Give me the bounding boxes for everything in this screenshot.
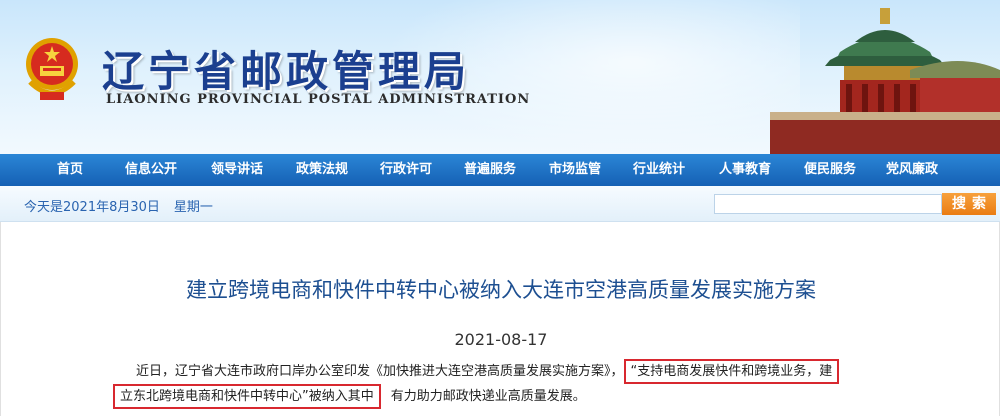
nav-item-statistics[interactable]: 行业统计 [618,154,700,186]
current-date: 今天是2021年8月30日 星期一 [24,196,227,215]
national-emblem-icon [26,38,78,100]
article-date: 2021-08-17 [454,330,548,349]
date-label: 今天是2021年8月30日 [24,200,160,215]
nav-item-hr-education[interactable]: 人事教育 [700,154,790,186]
main-navigation: 首页 信息公开 领导讲话 政策法规 行政许可 普遍服务 市场监管 行业统计 人事… [0,154,1000,186]
nav-item-info-disclosure[interactable]: 信息公开 [108,154,194,186]
article-content: 建立跨境电商和快件中转中心被纳入大连市空港高质量发展实施方案 2021-08-1… [0,222,1000,416]
nav-item-integrity[interactable]: 党风廉政 [870,154,954,186]
site-header: 辽宁省邮政管理局 LIAONING PROVINCIAL POSTAL ADMI… [0,0,1000,154]
article-title: 建立跨境电商和快件中转中心被纳入大连市空港高质量发展实施方案 [186,278,816,302]
highlighted-quote-start: “支持电商发展快件和跨境业务，建 [623,359,840,384]
site-title: 辽宁省邮政管理局 [102,47,471,96]
highlighted-quote-end: 立东北跨境电商和快件中转中心”被纳入其中 [113,384,381,409]
paragraph-text: 近日，辽宁省大连市政府口岸办公室印发《加快推进大连空港高质量发展实施方案》， [136,364,624,379]
palace-illustration [770,8,1000,154]
search-button[interactable]: 搜索 [942,193,996,215]
nav-item-leader-speeches[interactable]: 领导讲话 [194,154,280,186]
nav-item-home[interactable]: 首页 [32,154,108,186]
article-paragraph-line-2: 立东北跨境电商和快件中转中心”被纳入其中 有力助力邮政快递业高质量发展。 [113,384,586,409]
nav-item-licensing[interactable]: 行政许可 [364,154,448,186]
paragraph-text-continued: 有力助力邮政快递业高质量发展。 [390,389,586,404]
site-subtitle: LIAONING PROVINCIAL POSTAL ADMINISTRATIO… [106,92,531,107]
nav-item-universal-service[interactable]: 普遍服务 [448,154,532,186]
article-paragraph-line-1: 近日，辽宁省大连市政府口岸办公室印发《加快推进大连空港高质量发展实施方案》， “支… [136,359,840,384]
nav-item-market-supervision[interactable]: 市场监管 [532,154,618,186]
nav-item-policies[interactable]: 政策法规 [280,154,364,186]
search-input[interactable] [714,194,942,214]
nav-item-public-services[interactable]: 便民服务 [790,154,870,186]
weekday-label: 星期一 [173,200,213,215]
